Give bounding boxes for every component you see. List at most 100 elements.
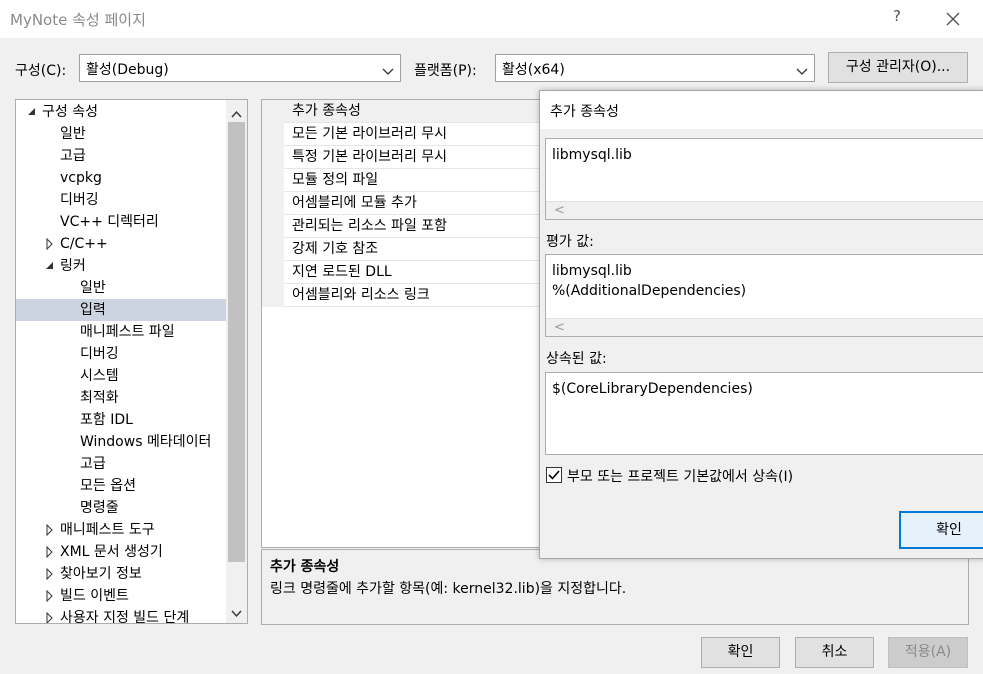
tree-item[interactable]: 명령줄 <box>16 497 226 519</box>
scroll-up-icon[interactable] <box>231 106 242 122</box>
tree-item[interactable]: 디버깅 <box>16 189 226 211</box>
collapsed-triangle-icon[interactable] <box>45 585 55 607</box>
property-row[interactable]: 강제 기호 참조 <box>262 238 542 261</box>
tree-item[interactable]: 시스템 <box>16 365 226 387</box>
tree-item[interactable]: 링커 <box>16 255 226 277</box>
scrollbar-thumb[interactable] <box>228 122 245 562</box>
apply-button[interactable]: 적용(A) <box>888 637 968 668</box>
tree-item[interactable]: 고급 <box>16 145 226 167</box>
tree-item-label: 명령줄 <box>80 500 119 516</box>
tree-item-label: 매니페스트 파일 <box>80 324 175 340</box>
tree-item[interactable]: 고급 <box>16 453 226 475</box>
property-row[interactable]: 특정 기본 라이브러리 무시 <box>262 146 542 169</box>
tree-item-label: 구성 속성 <box>42 104 98 120</box>
evaluated-value: libmysql.lib %(AdditionalDependencies) <box>552 263 747 299</box>
row-gutter <box>262 146 284 169</box>
scroll-down-icon[interactable] <box>231 606 242 622</box>
tree-item-label: 고급 <box>60 148 86 164</box>
scroll-left-icon[interactable]: < <box>554 320 565 335</box>
close-icon[interactable] <box>940 6 966 32</box>
property-name: 특정 기본 라이브러리 무시 <box>292 149 448 165</box>
tree-item-selected[interactable]: 입력 <box>16 299 226 321</box>
collapsed-triangle-icon[interactable] <box>45 233 55 255</box>
evaluated-value-box: libmysql.lib %(AdditionalDependencies) < <box>545 254 983 337</box>
configuration-manager-button[interactable]: 구성 관리자(O)... <box>828 52 968 83</box>
chevron-down-icon <box>382 64 394 75</box>
row-gutter <box>262 169 284 192</box>
tree-item-label: vcpkg <box>60 170 102 186</box>
tree-item-label: 디버깅 <box>60 192 99 208</box>
tree-item[interactable]: 최적화 <box>16 387 226 409</box>
property-row[interactable]: 모듈 정의 파일 <box>262 169 542 192</box>
horizontal-scrollbar[interactable]: < <box>546 201 983 219</box>
dialog-title-bar: 추가 종속성 <box>540 91 983 129</box>
property-name: 지연 로드된 DLL <box>292 264 392 280</box>
config-select[interactable]: 활성(Debug) <box>79 54 401 82</box>
tree-item[interactable]: 매니페스트 파일 <box>16 321 226 343</box>
row-gutter <box>262 100 284 123</box>
platform-select[interactable]: 활성(x64) <box>495 54 815 82</box>
tree-item[interactable]: 모든 옵션 <box>16 475 226 497</box>
row-gutter <box>262 238 284 261</box>
dialog-ok-button[interactable]: 확인 <box>899 511 983 549</box>
collapsed-triangle-icon[interactable] <box>45 541 55 563</box>
tree-item-label: 사용자 지정 빌드 단계 <box>60 610 190 624</box>
tree-item[interactable]: 사용자 지정 빌드 단계 <box>16 607 226 624</box>
window-title: MyNote 속성 페이지 <box>10 11 146 29</box>
tree-item[interactable]: Windows 메타데이터 <box>16 431 226 453</box>
tree-item[interactable]: 매니페스트 도구 <box>16 519 226 541</box>
property-row[interactable]: 지연 로드된 DLL <box>262 261 542 284</box>
tree-item[interactable]: 디버깅 <box>16 343 226 365</box>
cancel-button[interactable]: 취소 <box>795 637 874 668</box>
inherited-value-box: $(CoreLibraryDependencies) <box>545 372 983 455</box>
tree-item[interactable]: 구성 속성 <box>16 101 226 123</box>
tree-item[interactable]: 일반 <box>16 277 226 299</box>
horizontal-scrollbar[interactable]: < <box>546 318 983 336</box>
property-name: 추가 종속성 <box>292 103 361 119</box>
inherit-checkbox-label[interactable]: 부모 또는 프로젝트 기본값에서 상속(I) <box>567 466 793 486</box>
tree-item-label: 찾아보기 정보 <box>60 566 142 582</box>
row-gutter <box>262 261 284 284</box>
collapsed-triangle-icon[interactable] <box>45 519 55 541</box>
property-tree: 구성 속성 일반 고급 vcpkg 디버깅 VC++ 디렉터리 C/C++ 링커 일반 입력 매니페… <box>15 99 248 624</box>
tree-item-label: VC++ 디렉터리 <box>60 214 159 230</box>
tree-item-label: 모든 옵션 <box>80 478 136 494</box>
dependencies-edit-box[interactable]: libmysql.lib < <box>545 138 983 220</box>
property-row[interactable]: 추가 종속성 <box>262 100 542 123</box>
inherit-checkbox[interactable] <box>546 467 562 483</box>
tree-item-label: 포함 IDL <box>80 412 133 428</box>
additional-dependencies-dialog: 추가 종속성 libmysql.lib < 평가 값: libmysql.lib… <box>539 90 983 559</box>
tree-item-label: 일반 <box>80 280 106 296</box>
scroll-left-icon[interactable]: < <box>554 203 565 218</box>
tree-item[interactable]: VC++ 디렉터리 <box>16 211 226 233</box>
tree-item[interactable]: XML 문서 생성기 <box>16 541 226 563</box>
collapsed-triangle-icon[interactable] <box>45 563 55 585</box>
inherited-label: 상속된 값: <box>546 351 607 367</box>
ok-button[interactable]: 확인 <box>701 637 780 668</box>
tree-item-label: 빌드 이벤트 <box>60 588 129 604</box>
evaluated-label: 평가 값: <box>546 234 594 250</box>
tree-item-label: 디버깅 <box>80 346 119 362</box>
tree-item[interactable]: C/C++ <box>16 233 226 255</box>
title-bar: MyNote 속성 페이지 ? <box>0 0 983 38</box>
tree-item[interactable]: 빌드 이벤트 <box>16 585 226 607</box>
description-title: 추가 종속성 <box>270 559 340 575</box>
tree-item[interactable]: 찾아보기 정보 <box>16 563 226 585</box>
help-button[interactable]: ? <box>887 7 907 31</box>
config-value: 활성(Debug) <box>86 62 169 78</box>
description-text: 링크 명령줄에 추가할 항목(예: kernel32.lib)을 지정합니다. <box>270 581 627 597</box>
tree-item[interactable]: 일반 <box>16 123 226 145</box>
tree-item[interactable]: 포함 IDL <box>16 409 226 431</box>
property-row[interactable]: 모든 기본 라이브러리 무시 <box>262 123 542 146</box>
tree-item-label: 고급 <box>80 456 106 472</box>
row-gutter <box>262 284 284 307</box>
property-row[interactable]: 어셈블리에 모듈 추가 <box>262 192 542 215</box>
tree-item[interactable]: vcpkg <box>16 167 226 189</box>
collapsed-triangle-icon[interactable] <box>45 607 55 623</box>
tree-scrollbar[interactable] <box>226 100 247 623</box>
property-row[interactable]: 관리되는 리소스 파일 포함 <box>262 215 542 238</box>
expanded-triangle-icon[interactable] <box>45 255 55 277</box>
tree-item-label: Windows 메타데이터 <box>80 434 212 450</box>
expanded-triangle-icon[interactable] <box>27 101 37 123</box>
property-row[interactable]: 어셈블리와 리소스 링크 <box>262 284 542 307</box>
